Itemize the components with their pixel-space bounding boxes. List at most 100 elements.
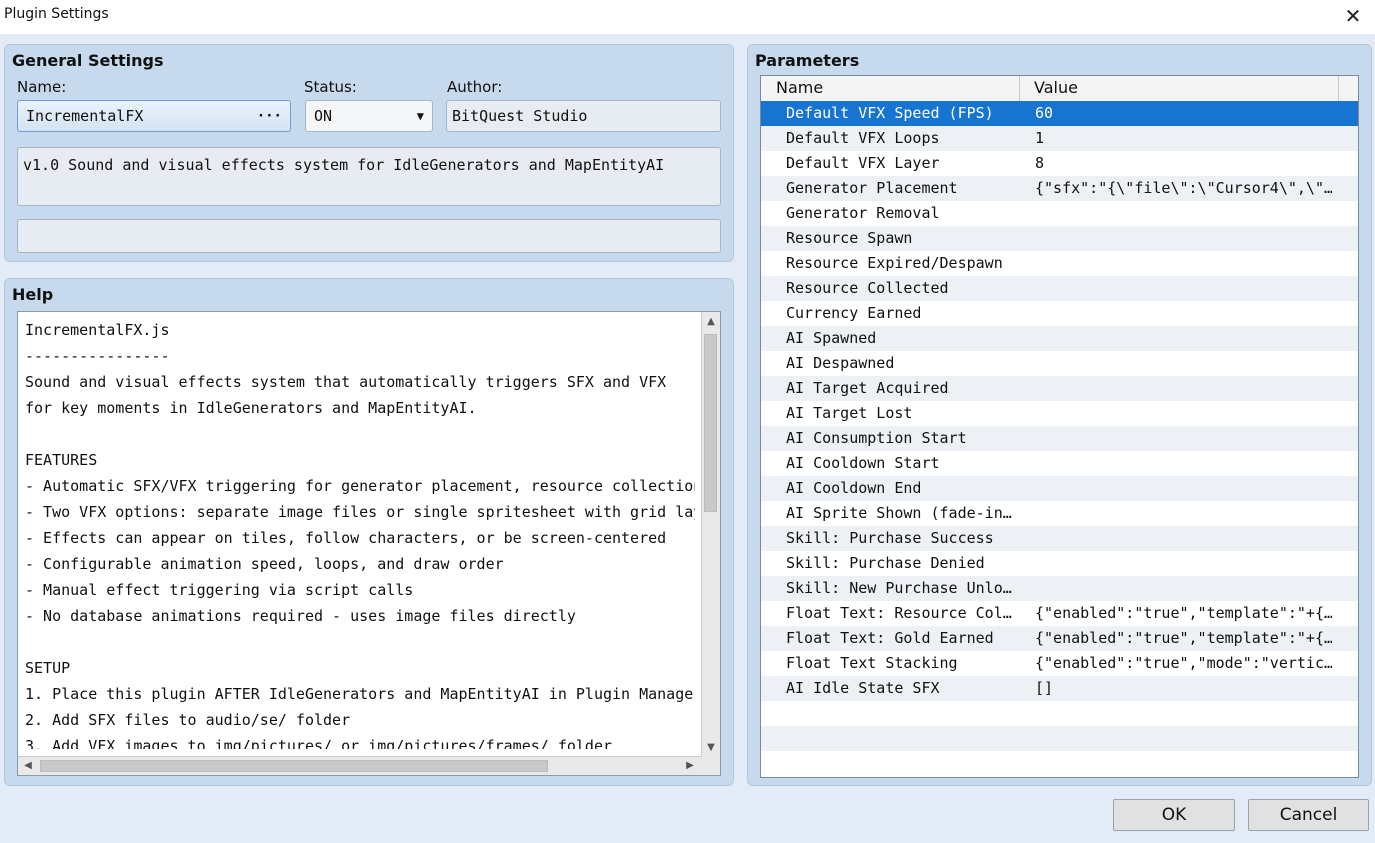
title-bar: Plugin Settings ✕ <box>0 0 1375 34</box>
name-label: Name: <box>17 78 67 96</box>
scroll-down-icon[interactable]: ▼ <box>703 740 719 756</box>
scroll-right-icon[interactable]: ▶ <box>682 758 698 774</box>
table-row[interactable]: Resource Collected <box>761 276 1358 301</box>
author-value: BitQuest Studio <box>452 107 588 125</box>
help-line: FEATURES <box>25 451 98 469</box>
param-name: Default VFX Speed (FPS) <box>786 104 994 122</box>
column-divider[interactable] <box>1019 76 1020 101</box>
table-row[interactable]: Float Text: Resource Col… {"enabled":"tru… <box>761 601 1358 626</box>
help-text: IncrementalFX.js ---------------- Sound an… <box>25 317 695 749</box>
empty-row <box>761 726 1358 751</box>
help-line: Sound and visual effects system that aut… <box>25 373 667 391</box>
table-row[interactable]: AI Cooldown Start <box>761 451 1358 476</box>
param-value: 1 <box>1035 129 1045 147</box>
help-line: - Two VFX options: separate image files … <box>25 503 695 521</box>
table-row[interactable]: Generator Removal <box>761 201 1358 226</box>
param-name: Float Text Stacking <box>786 654 958 672</box>
param-value: 60 <box>1035 104 1054 122</box>
param-name: Resource Expired/Despawn <box>786 254 1003 272</box>
param-name: AI Sprite Shown (fade-in… <box>786 504 1012 522</box>
param-name: Skill: Purchase Denied <box>786 554 985 572</box>
help-line: - Effects can appear on tiles, follow ch… <box>25 529 667 547</box>
help-text-area[interactable]: IncrementalFX.js ---------------- Sound an… <box>17 311 721 776</box>
help-line: SETUP <box>25 659 71 677</box>
help-line: - Manual effect triggering via script ca… <box>25 581 414 599</box>
parameters-heading: Parameters <box>755 51 860 70</box>
table-row[interactable]: Resource Expired/Despawn <box>761 251 1358 276</box>
table-row[interactable]: Default VFX Layer 8 <box>761 151 1358 176</box>
description-field[interactable]: v1.0 Sound and visual effects system for… <box>17 147 721 206</box>
table-row[interactable]: Generator Placement {"sfx":"{\"file\":\"C… <box>761 176 1358 201</box>
help-line: for key moments in IdleGenerators and Ma… <box>25 399 477 417</box>
name-value: IncrementalFX <box>26 107 144 125</box>
table-row[interactable]: Float Text Stacking {"enabled":"true","mo… <box>761 651 1358 676</box>
help-heading: Help <box>12 285 54 304</box>
param-name: AI Despawned <box>786 354 895 372</box>
column-divider[interactable] <box>1338 76 1339 101</box>
ok-button[interactable]: OK <box>1113 799 1235 831</box>
description-text: v1.0 Sound and visual effects system for… <box>23 156 665 174</box>
status-select[interactable]: ON ▼ <box>305 100 433 132</box>
status-label: Status: <box>304 78 357 96</box>
help-line: ---------------- <box>25 347 170 365</box>
param-value: {"enabled":"true","mode":"vertic… <box>1035 654 1332 672</box>
param-name: Float Text: Gold Earned <box>786 629 994 647</box>
table-row[interactable]: AI Despawned <box>761 351 1358 376</box>
param-name: AI Spawned <box>786 329 877 347</box>
table-row[interactable]: AI Target Lost <box>761 401 1358 426</box>
help-horizontal-thumb[interactable] <box>40 760 548 772</box>
param-name: AI Consumption Start <box>786 429 967 447</box>
table-row[interactable]: AI Consumption Start <box>761 426 1358 451</box>
param-value: 8 <box>1035 154 1045 172</box>
help-line: - Automatic SFX/VFX triggering for gener… <box>25 477 695 495</box>
author-field[interactable]: BitQuest Studio <box>446 100 721 132</box>
table-body: Default VFX Speed (FPS) 60 Default VFX Loo… <box>761 101 1358 776</box>
ellipsis-icon[interactable]: ··· <box>257 101 282 131</box>
param-name: AI Idle State SFX <box>786 679 940 697</box>
table-row[interactable]: AI Spawned <box>761 326 1358 351</box>
parameters-table: Name Value Default VFX Speed (FPS) 60 Defa… <box>760 75 1359 778</box>
param-name: Resource Spawn <box>786 229 913 247</box>
param-name: AI Target Acquired <box>786 379 949 397</box>
extra-field[interactable] <box>17 219 721 253</box>
help-horizontal-scrollbar[interactable]: ◀ ▶ <box>18 756 702 775</box>
param-name: AI Cooldown Start <box>786 454 940 472</box>
scroll-left-icon[interactable]: ◀ <box>20 758 36 774</box>
close-icon[interactable]: ✕ <box>1339 2 1367 30</box>
table-row[interactable]: Skill: New Purchase Unlo… <box>761 576 1358 601</box>
param-name: Generator Placement <box>786 179 958 197</box>
table-row[interactable]: AI Cooldown End <box>761 476 1358 501</box>
table-row[interactable]: Default VFX Loops 1 <box>761 126 1358 151</box>
table-row[interactable]: Default VFX Speed (FPS) 60 <box>761 101 1358 126</box>
table-row[interactable]: Float Text: Gold Earned {"enabled":"true"… <box>761 626 1358 651</box>
param-value: {"sfx":"{\"file\":\"Cursor4\",\"… <box>1035 179 1332 197</box>
help-line: - No database animations required - uses… <box>25 607 576 625</box>
help-line <box>25 421 695 447</box>
param-value: {"enabled":"true","template":"+{… <box>1035 629 1332 647</box>
general-settings-heading: General Settings <box>12 51 164 70</box>
table-row[interactable]: Skill: Purchase Success <box>761 526 1358 551</box>
name-field[interactable]: IncrementalFX ··· <box>17 100 291 132</box>
help-line: 3. Add VFX images to img/pictures/ or im… <box>25 737 612 749</box>
author-label: Author: <box>447 78 503 96</box>
column-header-name[interactable]: Name <box>776 78 823 97</box>
table-row[interactable]: Skill: Purchase Denied <box>761 551 1358 576</box>
help-vertical-scrollbar[interactable]: ▲ ▼ <box>701 312 720 757</box>
chevron-down-icon: ▼ <box>416 109 424 123</box>
scrollbar-corner <box>702 757 720 775</box>
help-line: IncrementalFX.js <box>25 321 170 339</box>
help-line: 2. Add SFX files to audio/se/ folder <box>25 711 351 729</box>
table-row[interactable]: AI Idle State SFX [] <box>761 676 1358 701</box>
help-line <box>25 629 695 655</box>
column-header-value[interactable]: Value <box>1034 78 1078 97</box>
cancel-button[interactable]: Cancel <box>1248 799 1369 831</box>
param-name: Resource Collected <box>786 279 949 297</box>
help-vertical-thumb[interactable] <box>704 334 717 512</box>
table-row[interactable]: Currency Earned <box>761 301 1358 326</box>
table-row[interactable]: AI Sprite Shown (fade-in… <box>761 501 1358 526</box>
table-row[interactable]: AI Target Acquired <box>761 376 1358 401</box>
table-row[interactable]: Resource Spawn <box>761 226 1358 251</box>
scroll-up-icon[interactable]: ▲ <box>703 314 719 330</box>
param-name: Default VFX Loops <box>786 129 940 147</box>
param-name: Skill: New Purchase Unlo… <box>786 579 1012 597</box>
